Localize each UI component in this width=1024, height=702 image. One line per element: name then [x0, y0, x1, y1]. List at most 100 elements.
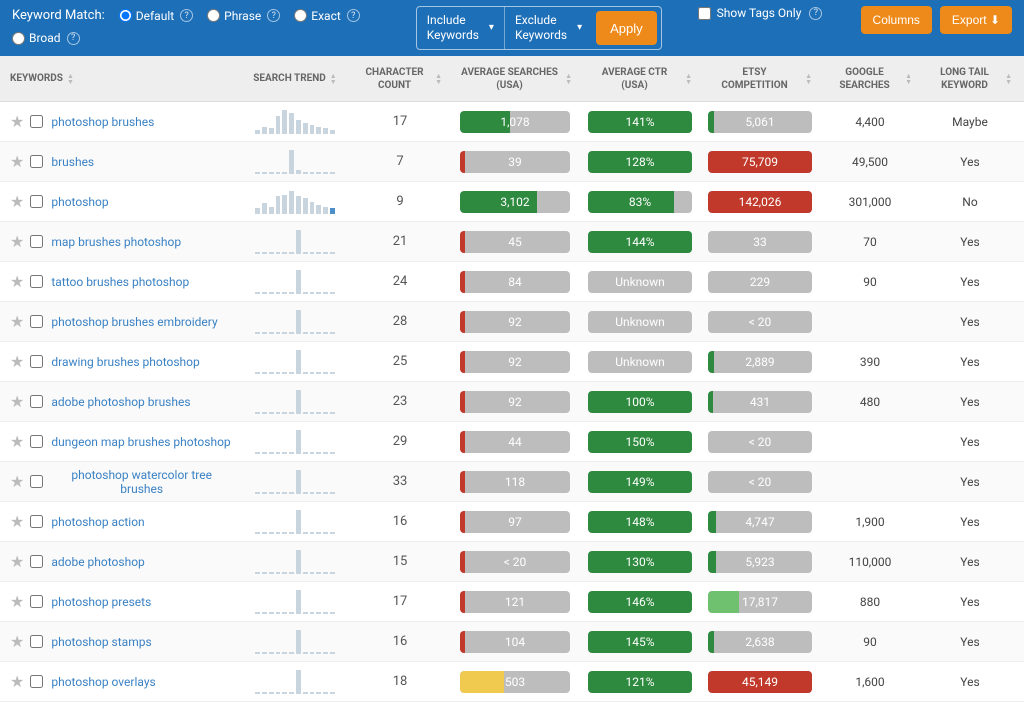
table-row: ★ photoshop 9 3,102 83% 142,026 301,000 …: [0, 182, 1024, 222]
character-count-value: 9: [396, 194, 403, 209]
table-body: ★ photoshop brushes 17 1,078 141% 5,061 …: [0, 102, 1024, 702]
keyword-link[interactable]: tattoo brushes photoshop: [51, 275, 189, 289]
help-icon[interactable]: ?: [347, 9, 360, 22]
header-keywords[interactable]: KEYWORDS▲▼: [0, 68, 240, 89]
row-checkbox[interactable]: [30, 515, 43, 528]
star-icon[interactable]: ★: [10, 192, 24, 211]
help-icon[interactable]: ?: [180, 9, 193, 22]
star-icon[interactable]: ★: [10, 152, 24, 171]
keyword-link[interactable]: dungeon map brushes photoshop: [51, 435, 230, 449]
row-checkbox[interactable]: [30, 555, 43, 568]
metric-pill: 100%: [588, 391, 692, 413]
star-icon[interactable]: ★: [10, 112, 24, 131]
row-checkbox[interactable]: [30, 475, 43, 488]
row-checkbox[interactable]: [30, 635, 43, 648]
character-count-value: 16: [393, 634, 408, 649]
star-icon[interactable]: ★: [10, 312, 24, 331]
row-checkbox[interactable]: [30, 315, 43, 328]
metric-pill: 17,817: [708, 591, 812, 613]
help-icon[interactable]: ?: [267, 9, 280, 22]
keyword-link[interactable]: photoshop: [51, 195, 108, 209]
star-icon[interactable]: ★: [10, 472, 24, 491]
keyword-link[interactable]: adobe photoshop: [51, 555, 144, 569]
star-icon[interactable]: ★: [10, 392, 24, 411]
metric-pill: 4,747: [708, 511, 812, 533]
help-icon[interactable]: ?: [67, 32, 80, 45]
download-icon: ⬇: [990, 13, 1000, 27]
star-icon[interactable]: ★: [10, 552, 24, 571]
keyword-link[interactable]: photoshop brushes: [51, 115, 154, 129]
metric-pill: < 20: [708, 311, 812, 333]
metric-pill: 39: [460, 151, 570, 173]
sparkline: [255, 510, 335, 534]
row-checkbox[interactable]: [30, 395, 43, 408]
metric-pill: 33: [708, 231, 812, 253]
star-icon[interactable]: ★: [10, 432, 24, 451]
google-searches-value: 1,900: [855, 515, 884, 529]
sparkline: [255, 150, 335, 174]
metric-pill: 104: [460, 631, 570, 653]
keyword-link[interactable]: photoshop presets: [51, 595, 151, 609]
show-tags-only-checkbox[interactable]: Show Tags Only?: [698, 6, 823, 20]
star-icon[interactable]: ★: [10, 232, 24, 251]
sparkline: [255, 270, 335, 294]
keyword-link[interactable]: drawing brushes photoshop: [51, 355, 199, 369]
metric-pill: 2,638: [708, 631, 812, 653]
row-checkbox[interactable]: [30, 115, 43, 128]
metric-pill: Unknown: [588, 311, 692, 333]
star-icon[interactable]: ★: [10, 272, 24, 291]
long-tail-value: Yes: [960, 555, 979, 569]
star-icon[interactable]: ★: [10, 592, 24, 611]
star-icon[interactable]: ★: [10, 672, 24, 691]
header-trend[interactable]: SEARCH TREND▲▼: [240, 68, 350, 89]
table-row: ★ map brushes photoshop 21 45 144% 33 70…: [0, 222, 1024, 262]
radio-exact[interactable]: Exact?: [294, 9, 360, 23]
header-long-tail[interactable]: LONG TAIL KEYWORD▲▼: [920, 62, 1020, 96]
exclude-keywords-dropdown[interactable]: Exclude Keywords▾: [505, 7, 592, 49]
sparkline: [255, 190, 335, 214]
metric-pill: 121: [460, 591, 570, 613]
row-checkbox[interactable]: [30, 595, 43, 608]
keyword-link[interactable]: photoshop overlays: [51, 675, 155, 689]
include-keywords-dropdown[interactable]: Include Keywords▾: [417, 7, 505, 49]
radio-default[interactable]: Default?: [119, 9, 193, 23]
keyword-link[interactable]: brushes: [51, 155, 94, 169]
header-google-searches[interactable]: GOOGLE SEARCHES▲▼: [820, 62, 920, 96]
row-checkbox[interactable]: [30, 355, 43, 368]
star-icon[interactable]: ★: [10, 352, 24, 371]
keyword-link[interactable]: photoshop action: [51, 515, 144, 529]
keyword-link[interactable]: photoshop brushes embroidery: [51, 315, 217, 329]
table-row: ★ adobe photoshop brushes 23 92 100% 431…: [0, 382, 1024, 422]
keyword-link[interactable]: adobe photoshop brushes: [51, 395, 190, 409]
header-character-count[interactable]: CHARACTER COUNT▲▼: [350, 62, 450, 96]
star-icon[interactable]: ★: [10, 512, 24, 531]
character-count-value: 16: [393, 514, 408, 529]
header-avg-searches[interactable]: AVERAGE SEARCHES (USA)▲▼: [450, 62, 580, 96]
metric-pill: 83%: [588, 191, 692, 213]
keyword-link[interactable]: photoshop stamps: [51, 635, 151, 649]
header-avg-ctr[interactable]: AVERAGE CTR (USA)▲▼: [580, 62, 700, 96]
row-checkbox[interactable]: [30, 675, 43, 688]
google-searches-value: 4,400: [855, 115, 884, 129]
row-checkbox[interactable]: [30, 195, 43, 208]
character-count-value: 17: [393, 114, 408, 129]
row-checkbox[interactable]: [30, 235, 43, 248]
metric-pill: 45,149: [708, 671, 812, 693]
row-checkbox[interactable]: [30, 155, 43, 168]
help-icon[interactable]: ?: [809, 7, 822, 20]
keyword-link[interactable]: map brushes photoshop: [51, 235, 181, 249]
keyword-link[interactable]: photoshop watercolor tree brushes: [51, 468, 232, 496]
row-checkbox[interactable]: [30, 435, 43, 448]
radio-phrase[interactable]: Phrase?: [207, 9, 280, 23]
star-icon[interactable]: ★: [10, 632, 24, 651]
metric-pill: 144%: [588, 231, 692, 253]
sort-icon: ▲▼: [330, 73, 337, 85]
header-etsy-competition[interactable]: ETSY COMPETITION▲▼: [700, 62, 820, 96]
row-checkbox[interactable]: [30, 275, 43, 288]
export-button[interactable]: Export ⬇: [940, 6, 1012, 34]
table-header: KEYWORDS▲▼ SEARCH TREND▲▼ CHARACTER COUN…: [0, 56, 1024, 102]
sort-icon: ▲▼: [1005, 73, 1012, 85]
columns-button[interactable]: Columns: [861, 6, 932, 34]
radio-broad[interactable]: Broad?: [12, 31, 80, 45]
apply-button[interactable]: Apply: [596, 11, 657, 45]
